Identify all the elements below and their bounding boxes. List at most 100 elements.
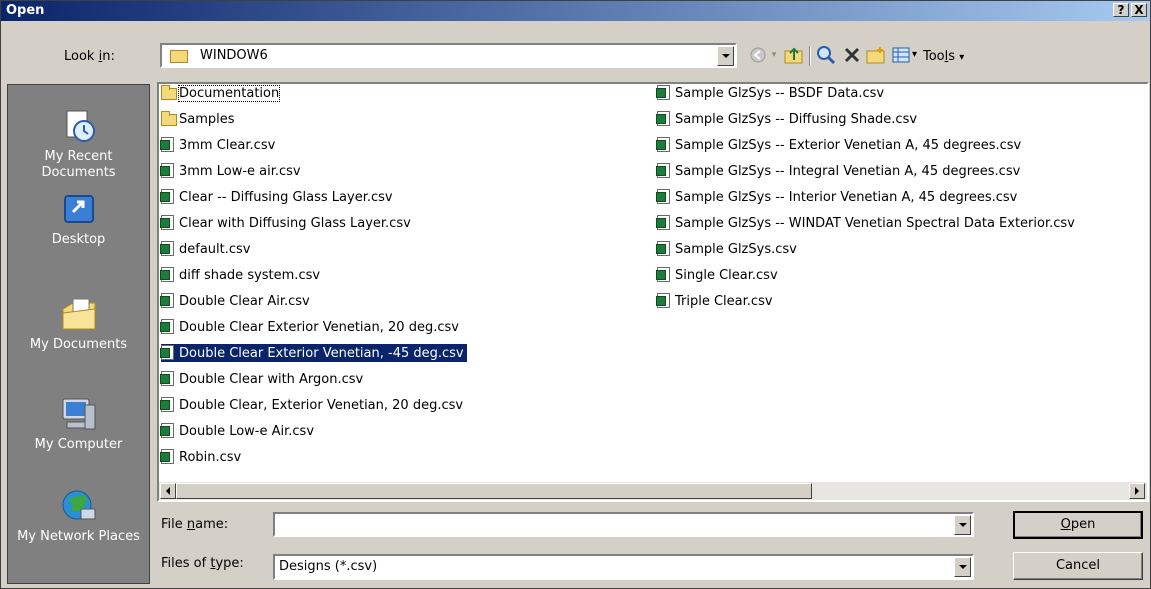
my-computer-icon — [59, 395, 99, 435]
place-my-network-places[interactable]: My Network Places — [8, 487, 149, 545]
file-item[interactable]: Clear -- Diffusing Glass Layer.csv — [160, 188, 396, 206]
item-label: diff shade system.csv — [179, 267, 321, 283]
back-history-arrow[interactable]: ▾ — [768, 44, 780, 66]
file-item[interactable]: Double Clear Exterior Venetian, -45 deg.… — [160, 344, 467, 362]
desktop-icon — [59, 190, 99, 230]
item-label: Sample GlzSys.csv — [675, 241, 797, 257]
csv-file-icon — [160, 397, 177, 413]
file-type-value: Designs (*.csv) — [279, 559, 378, 574]
folder-icon — [161, 85, 177, 101]
item-label: Sample GlzSys -- WINDAT Venetian Spectra… — [675, 215, 1075, 231]
file-item[interactable]: Clear with Diffusing Glass Layer.csv — [160, 214, 414, 232]
up-folder-icon — [784, 47, 803, 64]
file-item[interactable]: Double Clear Exterior Venetian, 20 deg.c… — [160, 318, 462, 336]
csv-file-icon — [160, 423, 177, 439]
csv-file-icon — [656, 85, 673, 101]
csv-file-icon — [160, 345, 177, 361]
file-name-combo[interactable] — [273, 512, 974, 537]
item-label: Documentation — [177, 84, 281, 102]
delete-button[interactable] — [841, 44, 863, 66]
scrollbar-thumb[interactable] — [176, 483, 812, 499]
item-label: 3mm Clear.csv — [179, 137, 276, 153]
scroll-left-button[interactable] — [160, 483, 176, 499]
search-web-button[interactable] — [815, 44, 837, 66]
file-item[interactable]: diff shade system.csv — [160, 266, 323, 284]
csv-file-icon — [656, 267, 673, 283]
file-type-dropdown-button[interactable] — [954, 557, 971, 577]
csv-file-icon — [656, 215, 673, 231]
file-item[interactable]: Sample GlzSys.csv — [656, 240, 800, 258]
back-arrow-icon — [750, 47, 766, 63]
my-documents-icon — [59, 295, 99, 335]
search-icon — [817, 46, 836, 65]
scroll-right-button[interactable] — [1129, 483, 1145, 499]
file-item[interactable]: Double Clear with Argon.csv — [160, 370, 366, 388]
csv-file-icon — [656, 241, 673, 257]
csv-file-icon — [656, 293, 673, 309]
open-dialog: Open ? X Look in: WINDOW6 ▾ ▾ Tools ▾ My… — [0, 0, 1151, 589]
title-bar[interactable]: Open ? X — [1, 1, 1150, 21]
place-my-recent-documents[interactable]: My Recent Documents — [8, 107, 149, 181]
item-label: Double Clear Exterior Venetian, 20 deg.c… — [179, 319, 459, 335]
help-button[interactable]: ? — [1113, 3, 1129, 17]
new-folder-button[interactable] — [865, 44, 887, 66]
up-folder-button[interactable] — [783, 44, 805, 66]
item-label: Sample GlzSys -- Interior Venetian A, 45… — [675, 189, 1018, 205]
csv-file-icon — [160, 371, 177, 387]
file-item[interactable]: Robin.csv — [160, 448, 244, 466]
file-item[interactable]: Triple Clear.csv — [656, 292, 776, 310]
look-in-combo[interactable]: WINDOW6 — [160, 43, 737, 68]
views-button[interactable] — [890, 44, 912, 66]
place-label: My Computer — [34, 437, 123, 452]
place-label: My Documents — [29, 337, 128, 352]
item-label: Double Clear Air.csv — [179, 293, 310, 309]
file-item[interactable]: Single Clear.csv — [656, 266, 781, 284]
file-item[interactable]: Double Clear, Exterior Venetian, 20 deg.… — [160, 396, 466, 414]
network-places-icon — [59, 487, 99, 527]
horizontal-scrollbar[interactable] — [159, 482, 1147, 500]
csv-file-icon — [656, 163, 673, 179]
file-type-combo[interactable]: Designs (*.csv) — [273, 554, 974, 580]
file-item[interactable]: 3mm Clear.csv — [160, 136, 278, 154]
recent-documents-icon — [59, 107, 99, 147]
item-label: Sample GlzSys -- Integral Venetian A, 45… — [675, 163, 1021, 179]
places-bar: My Recent Documents Desktop My Documents… — [7, 84, 150, 584]
item-label: Clear -- Diffusing Glass Layer.csv — [179, 189, 393, 205]
cancel-button[interactable]: Cancel — [1013, 552, 1143, 580]
place-my-documents[interactable]: My Documents — [8, 295, 149, 353]
item-label: Robin.csv — [179, 449, 242, 465]
tools-menu[interactable]: Tools ▾ — [923, 49, 964, 64]
file-item[interactable]: Sample GlzSys -- BSDF Data.csv — [656, 84, 887, 102]
item-label: Triple Clear.csv — [675, 293, 773, 309]
file-item[interactable]: Sample GlzSys -- WINDAT Venetian Spectra… — [656, 214, 1078, 232]
csv-file-icon — [656, 111, 673, 127]
item-label: Sample GlzSys -- BSDF Data.csv — [675, 85, 885, 101]
file-item[interactable]: Sample GlzSys -- Exterior Venetian A, 45… — [656, 136, 1024, 154]
file-list[interactable]: Documentation Samples 3mm Clear.csv 3mm Low… — [159, 84, 1147, 504]
file-name-dropdown-button[interactable] — [954, 515, 971, 535]
look-in-label: Look in: — [64, 49, 115, 64]
file-item[interactable]: Sample GlzSys -- Integral Venetian A, 45… — [656, 162, 1023, 180]
file-item[interactable]: Double Clear Air.csv — [160, 292, 313, 310]
csv-file-icon — [160, 267, 177, 283]
toolbar-separator — [809, 46, 811, 66]
csv-file-icon — [160, 137, 177, 153]
csv-file-icon — [160, 215, 177, 231]
place-desktop[interactable]: Desktop — [8, 190, 149, 248]
place-my-computer[interactable]: My Computer — [8, 395, 149, 453]
back-button[interactable] — [747, 44, 769, 66]
file-item[interactable]: Sample GlzSys -- Diffusing Shade.csv — [656, 110, 920, 128]
folder-item[interactable]: Documentation — [161, 84, 282, 102]
file-item[interactable]: Sample GlzSys -- Interior Venetian A, 45… — [656, 188, 1020, 206]
views-menu-arrow[interactable]: ▾ — [912, 49, 917, 60]
file-item[interactable]: default.csv — [160, 240, 254, 258]
file-item[interactable]: 3mm Low-e air.csv — [160, 162, 304, 180]
look-in-dropdown-button[interactable] — [717, 46, 734, 66]
file-type-label: Files of type: — [161, 556, 244, 571]
open-button[interactable]: Open — [1013, 511, 1143, 539]
file-item[interactable]: Double Low-e Air.csv — [160, 422, 317, 440]
close-button[interactable]: X — [1131, 3, 1147, 17]
folder-item[interactable]: Samples — [161, 110, 238, 128]
folder-icon — [170, 50, 188, 63]
views-grid-icon — [892, 47, 910, 63]
